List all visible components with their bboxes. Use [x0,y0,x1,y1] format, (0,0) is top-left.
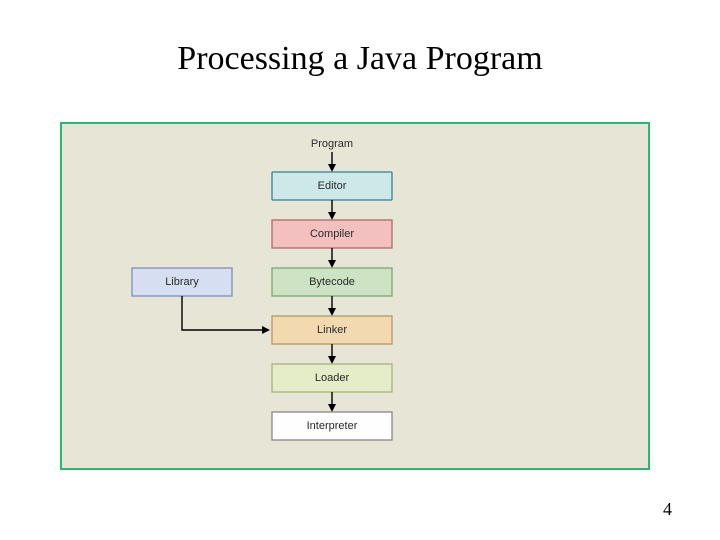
node-interpreter-label: Interpreter [307,420,358,432]
node-loader-label: Loader [315,372,350,384]
node-program: Program [311,138,353,150]
slide: Processing a Java Program Program Editor [0,0,720,540]
page-title: Processing a Java Program [0,40,720,78]
diagram-panel: Program Editor Compiler Bytecode [60,122,650,470]
node-linker-label: Linker [317,324,347,336]
node-library-label: Library [165,276,199,288]
flow-diagram: Program Editor Compiler Bytecode [62,124,648,468]
page-number: 4 [663,499,672,520]
node-compiler-label: Compiler [310,228,354,240]
node-bytecode-label: Bytecode [309,276,355,288]
node-editor-label: Editor [318,180,347,192]
arrow-library-linker [182,296,268,330]
